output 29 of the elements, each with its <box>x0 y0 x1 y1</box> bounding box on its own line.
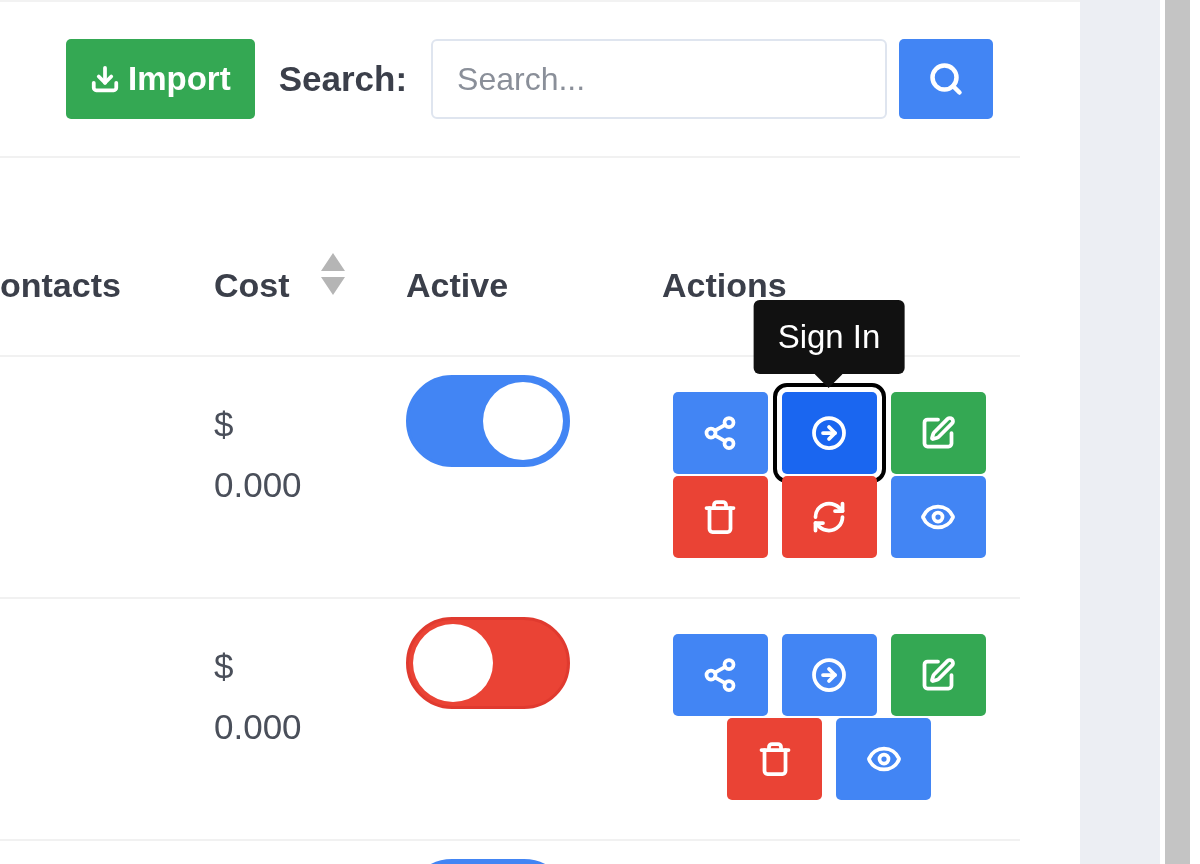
search-field[interactable]: Search... <box>431 39 888 119</box>
search-icon <box>928 61 965 97</box>
trash-icon <box>702 499 738 535</box>
edit-icon <box>920 415 956 451</box>
delete-button[interactable] <box>672 476 768 558</box>
reset-button[interactable] <box>781 476 877 558</box>
edit-icon <box>920 657 956 693</box>
view-button[interactable] <box>890 476 986 558</box>
share-icon <box>702 657 738 693</box>
share-icon <box>702 415 738 451</box>
download-icon <box>90 64 120 94</box>
view-button[interactable] <box>836 718 931 800</box>
share-button[interactable] <box>672 634 768 716</box>
share-button[interactable] <box>672 392 768 474</box>
column-header: ontacts <box>0 266 121 305</box>
cost-value: $ 0.000 <box>214 404 303 506</box>
sort-icon <box>319 253 346 295</box>
edit-button[interactable] <box>890 392 986 474</box>
column-header: Cost <box>214 266 290 305</box>
search-label: Search: <box>278 59 408 99</box>
column-header: Active <box>406 266 509 305</box>
tooltip: Sign In <box>753 300 905 374</box>
delete-button[interactable] <box>727 718 822 800</box>
sign-in-button[interactable] <box>781 634 877 716</box>
refresh-icon <box>811 499 847 535</box>
edit-button[interactable] <box>890 634 986 716</box>
tooltip-arrow <box>815 374 843 388</box>
cost-value: $ 0.000 <box>214 646 303 748</box>
search-button[interactable] <box>899 39 994 119</box>
